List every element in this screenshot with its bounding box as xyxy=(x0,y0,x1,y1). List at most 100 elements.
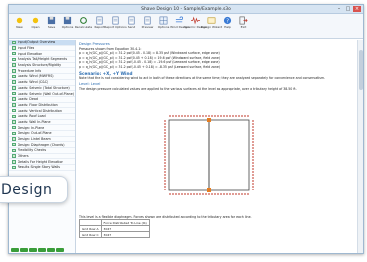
toolbar-button-label: Exit xyxy=(240,25,247,29)
minimize-button[interactable]: – xyxy=(335,6,343,12)
toolbar-button-label: Report xyxy=(94,25,105,29)
check-icon xyxy=(12,160,16,164)
level-text: The design pressure calculated values ar… xyxy=(79,87,297,92)
tree-item-label: Procedure Info xyxy=(17,68,42,73)
tree-item-label: Input/Output Overview xyxy=(17,40,56,45)
save-icon xyxy=(63,16,72,25)
check-icon xyxy=(12,108,16,113)
equation-line: p = q_h(GC_p)(GC_pi) = 31.2 psf(-0.45 + … xyxy=(79,64,221,69)
status-led xyxy=(11,248,19,252)
table-cell: 3047 xyxy=(100,231,150,239)
check-icon xyxy=(12,142,16,147)
check-icon xyxy=(12,165,16,170)
tree-item-label: Loads: Dead xyxy=(17,97,38,102)
toolbar-button-label: Report Options xyxy=(104,25,127,29)
check-icon xyxy=(12,63,16,67)
toolbar-button[interactable]: Options xyxy=(61,16,74,29)
sun-icon xyxy=(15,16,24,25)
dimension-marker xyxy=(207,188,211,192)
tree-item-label: Design: In-Plane xyxy=(17,125,45,130)
building-plan-left xyxy=(168,119,210,191)
status-indicators xyxy=(11,248,64,252)
toolbar-button[interactable]: Design Wizard xyxy=(201,16,222,29)
check-icon xyxy=(12,91,16,96)
tree-item-label: Input Files xyxy=(17,46,35,51)
maximize-button[interactable]: □ xyxy=(344,6,352,12)
tree-item-label: Others xyxy=(17,154,29,159)
toolbar-ribbon: New Open Save Options Recalculate Report Repor… xyxy=(9,14,363,39)
navigation-tree: Input/Output Overview Input Files Input El… xyxy=(9,40,76,253)
vertical-scrollbar[interactable] xyxy=(357,40,363,253)
report-icon xyxy=(127,16,136,25)
toolbar-button[interactable]: Exit xyxy=(237,16,250,29)
toolbar-button[interactable]: ? Help xyxy=(221,16,234,29)
wind-pressure-diagram xyxy=(164,115,254,195)
level-label: Level: Level xyxy=(79,82,101,87)
toolbar-button-label: Preview xyxy=(141,25,154,29)
svg-text:?: ? xyxy=(226,18,229,24)
window-controls: – □ × xyxy=(335,6,361,12)
tree-item-label: Design: Out-of-Plane xyxy=(17,131,52,136)
check-icon xyxy=(12,51,16,56)
tree-item-label: Loads: Floor Distribution xyxy=(17,102,58,107)
save-icon xyxy=(47,16,56,25)
check-icon xyxy=(12,125,16,130)
tree-item-label: Loads: Wall In-Plane xyxy=(17,119,51,124)
check-icon xyxy=(12,148,16,153)
toolbar-button[interactable]: Save xyxy=(45,16,58,29)
toolbar-button[interactable]: Options xyxy=(157,16,170,29)
report-icon xyxy=(143,16,152,25)
toolbar-button[interactable]: Send xyxy=(125,16,138,29)
tree-item-label: Flexibility Checks xyxy=(17,148,47,153)
check-icon xyxy=(12,154,16,158)
status-led xyxy=(38,248,46,252)
badge-text: Design xyxy=(1,181,53,198)
check-icon xyxy=(12,69,16,73)
toolbar-button-label: Open xyxy=(31,25,40,29)
toolbar-button[interactable]: Preview xyxy=(141,16,154,29)
design-badge: Design xyxy=(0,176,68,203)
force-distribution-area: This level is a flexible diaphragm. Forc… xyxy=(79,215,252,239)
toolbar-button[interactable]: Recalculate xyxy=(75,16,92,29)
dimension-marker xyxy=(207,118,211,122)
toolbar-button[interactable]: Report Options xyxy=(104,16,127,29)
note-text: Note that the is not considering wind to… xyxy=(79,76,326,81)
wind-icon xyxy=(175,16,184,25)
toolbar-button-label: Save xyxy=(47,25,56,29)
tree-item[interactable]: Results Single Story Walls xyxy=(9,165,75,171)
toolbar-button-label: Help xyxy=(224,25,231,29)
table-cell: Grid Row C xyxy=(79,231,102,239)
status-led xyxy=(56,248,64,252)
refresh-icon xyxy=(79,16,88,25)
building-plan-right xyxy=(208,119,250,191)
tree-item-label: Analysis Structure/Rigidity xyxy=(17,63,62,68)
status-led xyxy=(29,248,37,252)
check-icon xyxy=(12,114,16,119)
report-content: Design Pressures Pressures shown from Eq… xyxy=(79,42,357,253)
toolbar-button-label: Options xyxy=(61,25,74,29)
tree-item-label: Analysis Tall/Height Segments xyxy=(17,57,68,62)
close-button[interactable]: × xyxy=(353,6,361,12)
app-window: Shave Design 10 - Sample/Example.s3o – □… xyxy=(8,4,364,254)
tree-item-label: Details For Height Elevation xyxy=(17,159,64,164)
tree-item-label: Loads: Seismic (Wall Out-of-Plane) xyxy=(17,91,75,96)
title-bar: Shave Design 10 - Sample/Example.s3o – □… xyxy=(9,5,363,14)
check-icon xyxy=(12,46,16,50)
exit-icon xyxy=(239,16,248,25)
table-row: Grid Row C 3047 xyxy=(79,231,150,239)
scrollbar-thumb[interactable] xyxy=(359,50,363,90)
report-icon xyxy=(95,16,104,25)
tree-item-label: Loads: Vertical Distribution xyxy=(17,108,62,113)
tree-item-label: Design: Lintel Beam xyxy=(17,137,51,142)
tree-item-label: Results Single Story Walls xyxy=(17,165,61,170)
toolbar-button[interactable]: New xyxy=(13,16,26,29)
footer-note: This level is a flexible diaphragm. Forc… xyxy=(79,215,252,219)
check-icon xyxy=(12,120,16,124)
check-icon xyxy=(12,57,16,62)
toolbar-button-label: Design Wizard xyxy=(200,25,223,29)
toolbar-button[interactable]: Open xyxy=(29,16,42,29)
status-led xyxy=(20,248,28,252)
check-icon xyxy=(12,103,16,107)
status-led xyxy=(47,248,55,252)
seismic-icon xyxy=(191,16,200,25)
